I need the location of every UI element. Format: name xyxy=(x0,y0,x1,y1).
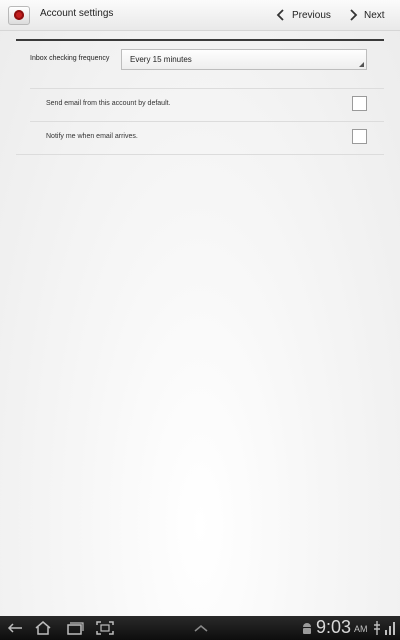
frequency-label: Inbox checking frequency xyxy=(30,55,110,62)
chevron-right-icon xyxy=(350,9,358,21)
dropdown-corner-icon xyxy=(359,62,364,67)
next-label: Next xyxy=(364,9,385,21)
system-bar: 9:03 AM xyxy=(0,616,400,640)
default-account-option[interactable]: Send email from this account by default. xyxy=(30,88,384,122)
previous-label: Previous xyxy=(292,9,331,21)
chevron-up-icon[interactable] xyxy=(192,621,210,635)
signal-icon xyxy=(385,622,395,635)
recent-apps-icon[interactable] xyxy=(66,621,84,635)
home-icon[interactable] xyxy=(34,621,52,635)
back-icon[interactable] xyxy=(6,621,24,635)
action-bar: Account settings Previous Next xyxy=(0,0,400,31)
usb-icon xyxy=(374,621,380,635)
frequency-dropdown[interactable]: Every 15 minutes xyxy=(121,49,367,70)
clock-time: 9:03 xyxy=(316,617,352,637)
default-account-checkbox[interactable] xyxy=(352,96,367,111)
android-icon xyxy=(303,623,311,634)
page-title: Account settings xyxy=(40,8,114,19)
notify-option[interactable]: Notify me when email arrives. xyxy=(30,121,384,155)
notify-checkbox[interactable] xyxy=(352,129,367,144)
section-divider xyxy=(16,39,384,41)
previous-button[interactable]: Previous xyxy=(274,0,331,30)
screenshot-icon[interactable] xyxy=(96,621,114,635)
chevron-left-icon xyxy=(276,9,284,21)
next-button[interactable]: Next xyxy=(346,0,385,30)
email-app-icon[interactable] xyxy=(8,6,30,25)
list-divider xyxy=(16,154,384,155)
clock-ampm: AM xyxy=(354,624,368,634)
default-account-label: Send email from this account by default. xyxy=(46,100,171,107)
frequency-value: Every 15 minutes xyxy=(130,55,192,64)
notify-label: Notify me when email arrives. xyxy=(46,133,138,140)
